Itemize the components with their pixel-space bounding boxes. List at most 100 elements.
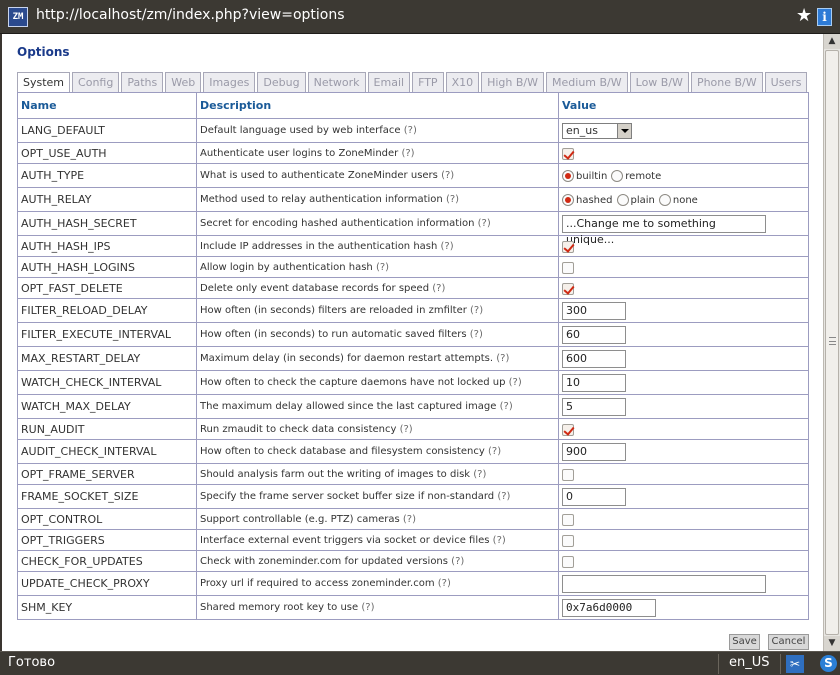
frame-socket-size-input[interactable]: 0 <box>562 487 626 506</box>
opt-fast-delete-checkbox[interactable] <box>562 282 574 295</box>
help-link[interactable]: (?) <box>432 283 445 294</box>
filter-reload-delay-input[interactable]: 300 <box>562 301 626 320</box>
option-name: AUTH_RELAY <box>17 187 197 212</box>
max-restart-delay-input[interactable]: 600 <box>562 349 626 368</box>
auth-hash-ips-checkbox[interactable] <box>562 240 574 253</box>
help-link[interactable]: (?) <box>441 241 454 252</box>
tab-paths[interactable]: Paths <box>121 72 164 92</box>
help-link[interactable]: (?) <box>361 602 374 613</box>
opt-triggers-checkbox[interactable] <box>562 534 574 547</box>
status-text: Готово <box>8 655 56 670</box>
option-description: Secret for encoding hashed authenticatio… <box>196 211 559 236</box>
lang-default-select[interactable]: en_us <box>562 122 632 139</box>
audit-check-interval-input[interactable]: 900 <box>562 442 626 461</box>
help-link[interactable]: (?) <box>470 305 483 316</box>
auth-hash-logins-checkbox[interactable] <box>562 261 574 274</box>
help-link[interactable]: (?) <box>470 329 483 340</box>
tab-low-b-w[interactable]: Low B/W <box>629 72 689 92</box>
filter-execute-interval-input[interactable]: 60 <box>562 325 626 344</box>
locale-indicator[interactable]: en_US <box>729 655 770 670</box>
watch-max-delay-input[interactable]: 5 <box>562 397 626 416</box>
chevron-down-icon[interactable] <box>617 123 631 138</box>
tab-config[interactable]: Config <box>72 72 120 92</box>
table-row: OPT_FRAME_SERVER Should analysis farm ou… <box>17 463 809 485</box>
tool-icon[interactable]: ✂ <box>786 655 804 673</box>
title-bar: ZM http://localhost/zm/index.php?view=op… <box>0 0 840 34</box>
help-link[interactable]: (?) <box>441 170 454 181</box>
help-link[interactable]: (?) <box>493 535 506 546</box>
opt-use-auth-checkbox[interactable] <box>562 147 574 160</box>
auth-relay-none-radio[interactable] <box>658 194 671 206</box>
tab-email[interactable]: Email <box>367 72 411 92</box>
cancel-button[interactable]: Cancel <box>768 634 809 650</box>
tab-ftp[interactable]: FTP <box>412 72 444 92</box>
tab-system[interactable]: System <box>17 72 71 93</box>
help-link[interactable]: (?) <box>404 125 417 136</box>
help-link[interactable]: (?) <box>497 491 510 502</box>
table-row: AUTH_RELAY Method used to relay authenti… <box>17 187 809 212</box>
shm-key-input[interactable]: 0x7a6d0000 <box>562 598 656 617</box>
opt-frame-server-checkbox[interactable] <box>562 468 574 481</box>
info-icon[interactable]: i <box>817 8 832 26</box>
tab-images[interactable]: Images <box>203 72 256 92</box>
auth-relay-hashed-radio[interactable] <box>562 194 574 206</box>
table-row: AUTH_TYPE What is used to authenticate Z… <box>17 163 809 188</box>
options-table: Name Description Value LANG_DEFAULT Defa… <box>17 92 809 620</box>
option-name: RUN_AUDIT <box>17 418 197 440</box>
help-link[interactable]: (?) <box>473 469 486 480</box>
scroll-up-icon[interactable]: ▲ <box>824 34 840 49</box>
auth-type-remote-radio[interactable] <box>611 170 624 182</box>
tab-phone-b-w[interactable]: Phone B/W <box>690 72 763 92</box>
tab-medium-b-w[interactable]: Medium B/W <box>546 72 628 92</box>
option-name: LANG_DEFAULT <box>17 118 197 143</box>
scrollbar-thumb[interactable] <box>825 50 839 635</box>
help-link[interactable]: (?) <box>496 353 509 364</box>
help-link[interactable]: (?) <box>400 424 413 435</box>
table-row: UPDATE_CHECK_PROXY Proxy url if required… <box>17 571 809 596</box>
update-check-proxy-input[interactable] <box>562 574 766 593</box>
help-link[interactable]: (?) <box>438 578 451 589</box>
tab-users[interactable]: Users <box>764 72 808 92</box>
tab-debug[interactable]: Debug <box>257 72 306 92</box>
auth-relay-plain-radio[interactable] <box>616 194 629 206</box>
vertical-scrollbar[interactable]: ▲ ▼ <box>823 34 840 651</box>
help-link[interactable]: (?) <box>401 148 414 159</box>
s-icon[interactable]: S <box>820 655 837 672</box>
help-link[interactable]: (?) <box>509 377 522 388</box>
table-row: AUDIT_CHECK_INTERVAL How often to check … <box>17 439 809 464</box>
tab-web[interactable]: Web <box>165 72 202 92</box>
tab-x10[interactable]: X10 <box>445 72 480 92</box>
status-divider <box>718 654 719 674</box>
table-row: CHECK_FOR_UPDATES Check with zoneminder.… <box>17 550 809 572</box>
tab-high-b-w[interactable]: High B/W <box>481 72 545 92</box>
scroll-down-icon[interactable]: ▼ <box>824 636 840 651</box>
option-description: Support controllable (e.g. PTZ) cameras … <box>196 508 559 530</box>
help-link[interactable]: (?) <box>488 446 501 457</box>
watch-check-interval-input[interactable]: 10 <box>562 373 626 392</box>
help-link[interactable]: (?) <box>500 401 513 412</box>
lang-default-selected: en_us <box>566 123 598 137</box>
opt-control-checkbox[interactable] <box>562 513 574 526</box>
help-link[interactable]: (?) <box>451 556 464 567</box>
page-title: Options <box>17 45 70 59</box>
auth-hash-secret-input[interactable]: ...Change me to something unique... <box>562 214 766 246</box>
help-link[interactable]: (?) <box>478 218 491 229</box>
check-for-updates-checkbox[interactable] <box>562 555 574 568</box>
option-value: hashed plain none <box>558 187 809 212</box>
options-tabs: System Config Paths Web Images Debug Network Em… <box>17 72 809 93</box>
option-value: 0 <box>558 484 809 509</box>
option-value <box>558 550 809 572</box>
tab-network[interactable]: Network <box>307 72 366 92</box>
help-link[interactable]: (?) <box>376 262 389 273</box>
save-button[interactable]: Save <box>729 634 760 650</box>
help-link[interactable]: (?) <box>446 194 459 205</box>
auth-relay-plain-label: plain <box>630 194 655 206</box>
help-link[interactable]: (?) <box>403 514 416 525</box>
auth-type-builtin-radio[interactable] <box>562 170 574 182</box>
table-row: WATCH_CHECK_INTERVAL How often to check … <box>17 370 809 395</box>
star-icon[interactable]: ★ <box>796 6 812 26</box>
run-audit-checkbox[interactable] <box>562 423 574 436</box>
option-value: 900 <box>558 439 809 464</box>
option-description: Allow login by authentication hash (?) <box>196 256 559 278</box>
option-value: 600 <box>558 346 809 371</box>
